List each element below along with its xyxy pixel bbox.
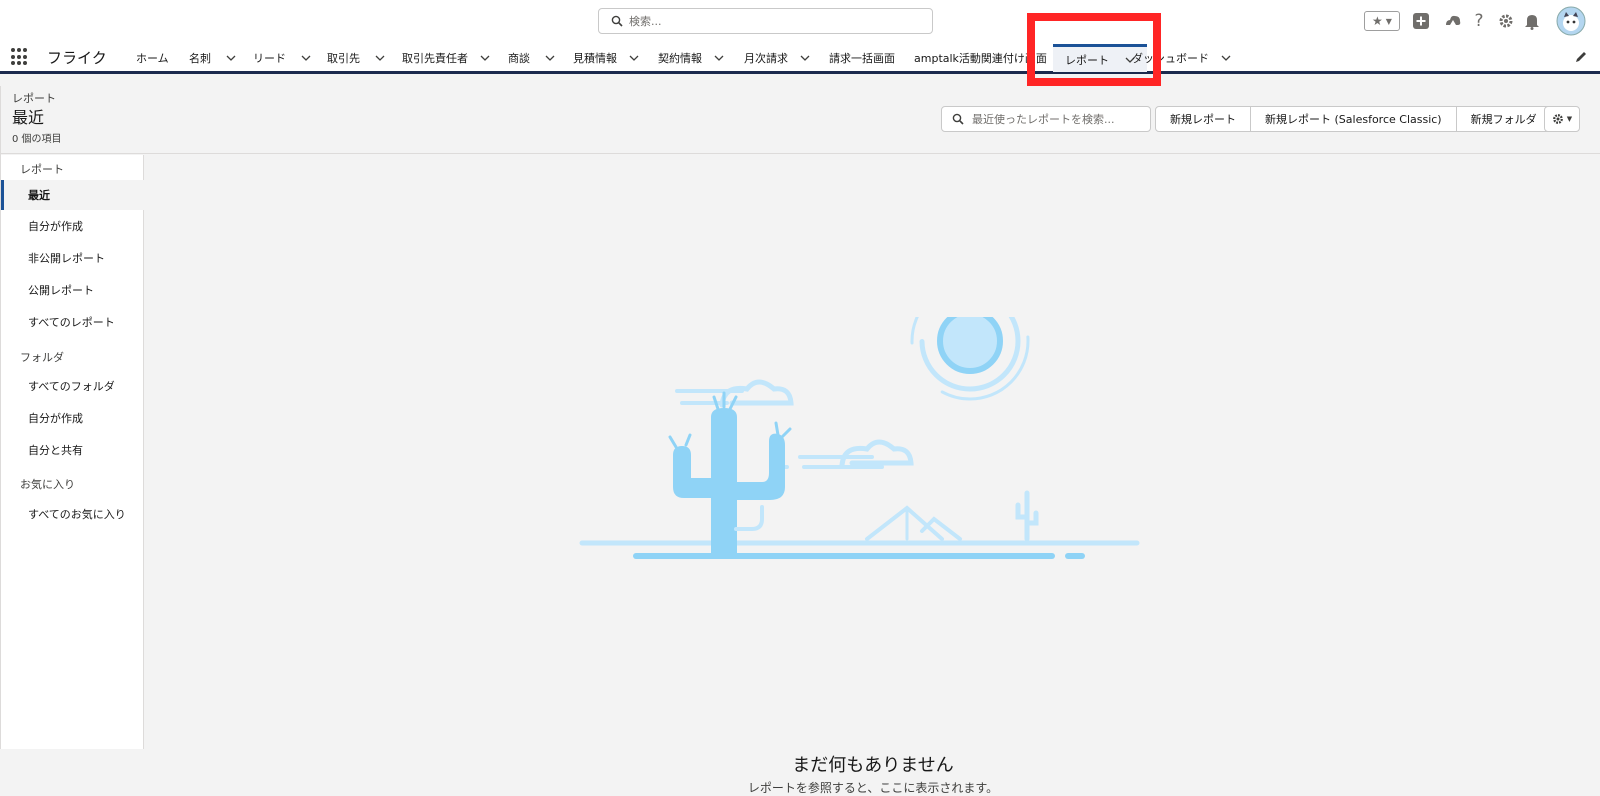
trailhead-button[interactable] xyxy=(1443,8,1463,34)
global-actions-button[interactable] xyxy=(1411,8,1431,34)
help-icon[interactable]: ? xyxy=(1471,8,1487,34)
new-report-classic-button[interactable]: 新規レポート (Salesforce Classic) xyxy=(1251,107,1457,131)
trailhead-icon xyxy=(1446,15,1461,25)
sidebar-item-all-folders[interactable]: すべてのフォルダ xyxy=(1,371,144,401)
new-report-button[interactable]: 新規レポート xyxy=(1156,107,1251,131)
nav-tab-label: 名刺 xyxy=(189,52,211,65)
reports-sidebar: レポート 最近 自分が作成 非公開レポート 公開レポート すべてのレポート フォ… xyxy=(1,155,144,749)
app-launcher-icon[interactable] xyxy=(11,48,29,66)
nav-tab-amptalk[interactable]: amptalk活動関連付け画面 xyxy=(914,44,1047,72)
nav-tab-label: 月次請求 xyxy=(744,52,788,65)
nav-tab-leads[interactable]: リード xyxy=(253,44,311,72)
header-button-group: 新規レポート 新規レポート (Salesforce Classic) 新規フォル… xyxy=(1155,106,1552,132)
notifications-button[interactable] xyxy=(1523,8,1541,34)
user-avatar[interactable] xyxy=(1556,6,1586,36)
chevron-down-icon[interactable] xyxy=(1221,53,1231,63)
sidebar-item-private-reports[interactable]: 非公開レポート xyxy=(1,243,144,273)
global-header: 検索... ★ ▼ ? xyxy=(0,0,1600,44)
bell-icon xyxy=(1525,14,1539,30)
caret-down-icon: ▼ xyxy=(1566,115,1573,123)
page-title: 最近 xyxy=(12,108,45,127)
list-view-header: レポート 最近 0 個の項目 最近使ったレポートを検索... 新規レポート 新規… xyxy=(1,86,1600,154)
nav-tab-accounts[interactable]: 取引先 xyxy=(327,44,385,72)
gear-icon xyxy=(1499,14,1513,28)
chevron-down-icon[interactable] xyxy=(545,53,555,63)
global-search-input[interactable]: 検索... xyxy=(598,8,933,34)
report-search-placeholder: 最近使ったレポートを検索... xyxy=(972,113,1115,126)
chevron-down-icon[interactable] xyxy=(714,53,724,63)
nav-tab-contracts[interactable]: 契約情報 xyxy=(658,44,724,72)
sidebar-item-shared-with-me[interactable]: 自分と共有 xyxy=(1,435,144,465)
favorites-button[interactable]: ★ ▼ xyxy=(1364,11,1400,31)
sidebar-section-reports: レポート xyxy=(20,163,64,176)
star-icon: ★ xyxy=(1372,14,1383,28)
nav-tab-home[interactable]: ホーム xyxy=(136,44,169,72)
nav-tab-label: 請求一括画面 xyxy=(829,52,895,65)
sidebar-item-created-by-me[interactable]: 自分が作成 xyxy=(1,211,144,241)
sidebar-section-favorites: お気に入り xyxy=(20,478,75,491)
item-count: 0 個の項目 xyxy=(12,134,62,145)
list-settings-button[interactable]: ▼ xyxy=(1544,106,1580,132)
gear-icon xyxy=(1552,114,1563,124)
nav-tab-label: amptalk活動関連付け画面 xyxy=(914,52,1047,65)
nav-tab-label: 見積情報 xyxy=(573,52,617,65)
app-navigation-bar: フライク ホーム 名刺 リード 取引先 取引先責任者 商談 見積情報 契約情報 … xyxy=(0,44,1600,74)
nav-tab-label: ホーム xyxy=(136,52,169,65)
search-icon xyxy=(952,113,964,125)
nav-tab-bulk-billing[interactable]: 請求一括画面 xyxy=(829,44,895,72)
edit-nav-pencil-icon[interactable] xyxy=(1574,50,1588,64)
nav-tab-label: レポート xyxy=(1065,53,1109,67)
chevron-down-icon[interactable] xyxy=(480,53,490,63)
sidebar-item-folders-created-by-me[interactable]: 自分が作成 xyxy=(1,403,144,433)
empty-state-title: まだ何もありません xyxy=(792,755,954,776)
chevron-down-icon[interactable] xyxy=(375,53,385,63)
nav-tab-label: 取引先 xyxy=(327,52,360,65)
app-name: フライク xyxy=(47,49,107,67)
global-search-placeholder: 検索... xyxy=(629,15,662,28)
empty-state-subtitle: レポートを参照すると、ここに表示されます。 xyxy=(747,781,999,795)
nav-tab-label: リード xyxy=(253,52,286,65)
caret-down-icon: ▼ xyxy=(1385,16,1392,26)
nav-tab-contacts[interactable]: 取引先責任者 xyxy=(402,44,490,72)
sidebar-item-all-favorites[interactable]: すべてのお気に入り xyxy=(1,499,144,529)
chevron-down-icon[interactable] xyxy=(800,53,810,63)
search-icon xyxy=(611,15,623,27)
empty-state: まだ何もありません レポートを参照すると、ここに表示されます。 xyxy=(145,155,1600,795)
chevron-down-icon[interactable] xyxy=(629,53,639,63)
setup-button[interactable] xyxy=(1497,8,1515,34)
chevron-down-icon[interactable] xyxy=(301,53,311,63)
nav-tab-opportunities[interactable]: 商談 xyxy=(508,44,555,72)
chevron-down-icon[interactable] xyxy=(226,53,236,63)
new-folder-button[interactable]: 新規フォルダ xyxy=(1457,107,1551,131)
nav-tab-label: 取引先責任者 xyxy=(402,52,468,65)
nav-tab-label: 契約情報 xyxy=(658,52,702,65)
nav-tab-label: 商談 xyxy=(508,52,530,65)
nav-tab-dashboards[interactable]: ダッシュボード xyxy=(1132,44,1231,72)
nav-tab-monthly-billing[interactable]: 月次請求 xyxy=(744,44,810,72)
main-content: レポート 最近 0 個の項目 最近使ったレポートを検索... 新規レポート 新規… xyxy=(0,86,1600,795)
add-icon xyxy=(1413,13,1429,29)
avatar-icon xyxy=(1556,6,1586,36)
sidebar-item-public-reports[interactable]: 公開レポート xyxy=(1,275,144,305)
report-search-input[interactable]: 最近使ったレポートを検索... xyxy=(941,106,1151,132)
sidebar-item-all-reports[interactable]: すべてのレポート xyxy=(1,307,144,337)
sidebar-section-folders: フォルダ xyxy=(20,351,64,364)
desert-illustration xyxy=(579,317,1140,559)
sidebar-item-recent[interactable]: 最近 xyxy=(1,180,144,210)
nav-tab-quotes[interactable]: 見積情報 xyxy=(573,44,639,72)
nav-tab-label: ダッシュボード xyxy=(1132,52,1209,65)
nav-tab-business-cards[interactable]: 名刺 xyxy=(189,44,236,72)
